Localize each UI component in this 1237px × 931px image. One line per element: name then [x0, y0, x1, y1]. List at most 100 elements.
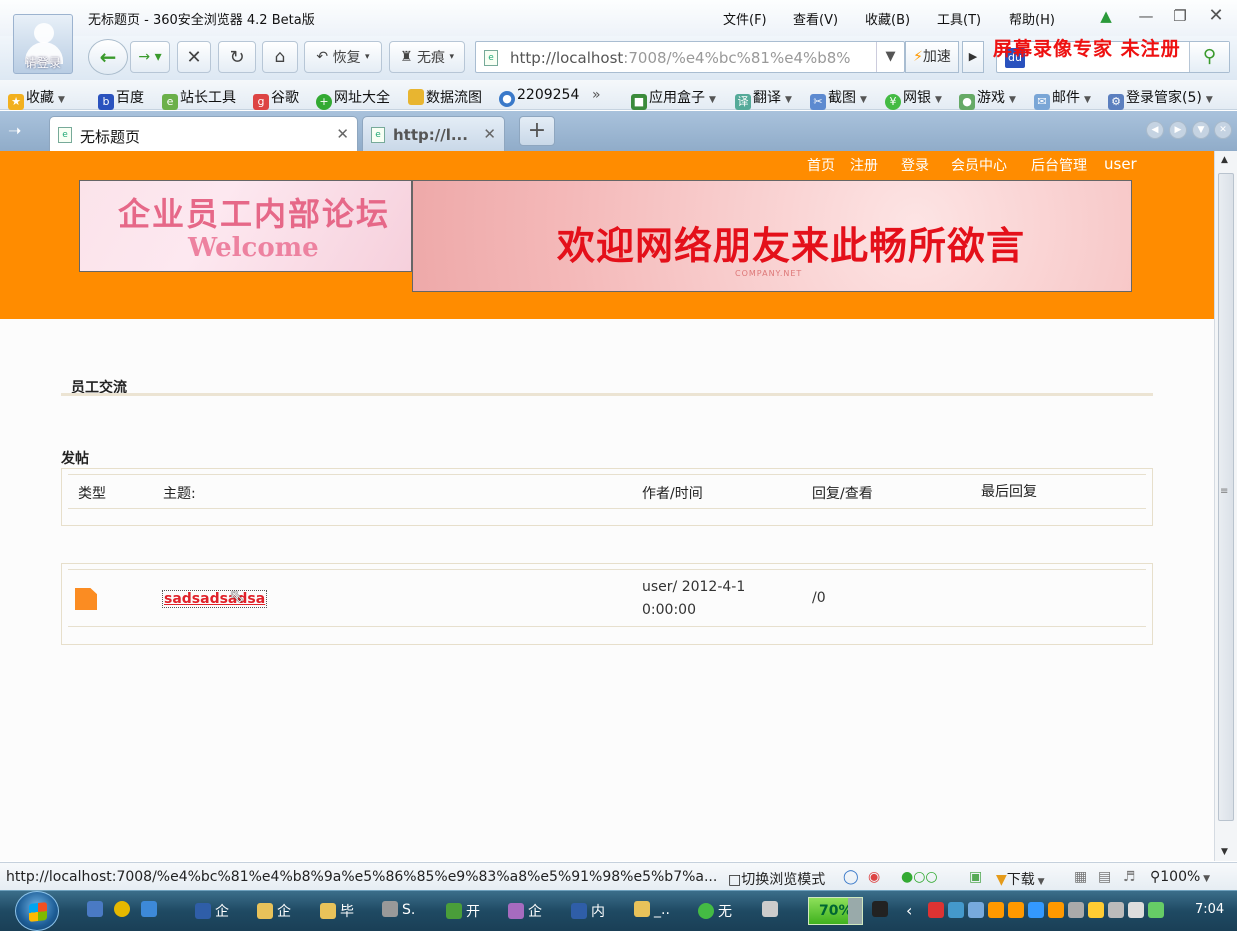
bookmarks-overflow-button[interactable]: »: [592, 87, 601, 103]
menu-favorites[interactable]: 收藏(B): [865, 9, 910, 28]
tray-icon[interactable]: [1128, 902, 1144, 918]
tab-scroll-left-icon[interactable]: ◀: [1146, 121, 1164, 139]
scroll-up-icon[interactable]: ▲: [1221, 155, 1228, 165]
bookmark-mail[interactable]: ✉ 邮件 ▼: [1034, 87, 1091, 110]
bookmark-google[interactable]: g 谷歌: [253, 87, 299, 110]
sidebar-toggle-icon[interactable]: ➝: [8, 121, 21, 140]
address-url[interactable]: http://localhost:7008/%e4%bc%81%e4%b8%: [510, 49, 870, 67]
start-button[interactable]: [15, 891, 59, 931]
quicklaunch-icon[interactable]: [141, 901, 161, 918]
tray-icon[interactable]: [1008, 902, 1024, 918]
close-window-button[interactable]: ✕: [1206, 6, 1226, 26]
tab-untitled[interactable]: e 无标题页 ✕: [49, 116, 358, 151]
post-subject-link[interactable]: sadsadsadsa: [162, 590, 268, 608]
nav-home-link[interactable]: 首页: [807, 155, 835, 175]
taskbar-item-folder-1[interactable]: 企: [257, 901, 291, 921]
switch-mode-button[interactable]: □切换浏览模式: [728, 869, 825, 889]
back-button[interactable]: ←: [88, 39, 128, 75]
restore-button[interactable]: ↶ 恢复 ▾: [304, 41, 382, 73]
nav-login-link[interactable]: 登录: [901, 155, 929, 175]
home-button[interactable]: ⌂: [262, 41, 298, 73]
bookmark-webmaster[interactable]: e 站长工具: [162, 87, 236, 110]
tray-icon[interactable]: [948, 902, 964, 918]
new-tab-button[interactable]: +: [519, 116, 555, 146]
incognito-button[interactable]: ♜ 无痕 ▾: [389, 41, 465, 73]
tray-icon[interactable]: [988, 902, 1004, 918]
image-icon[interactable]: ▣: [969, 869, 982, 885]
bookmark-translate[interactable]: 译翻译 ▼: [735, 87, 792, 110]
tray-icon[interactable]: [1148, 902, 1164, 918]
menu-help[interactable]: 帮助(H): [1009, 9, 1055, 28]
banner-text: 欢迎网络朋友来此畅所欲言: [557, 224, 1026, 268]
tray-icon[interactable]: [1048, 902, 1064, 918]
security-icon[interactable]: ◉: [868, 869, 880, 885]
bookmark-games[interactable]: ● 游戏 ▼: [959, 87, 1016, 110]
nav-admin-link[interactable]: 后台管理: [1031, 155, 1087, 175]
bookmark-baidu[interactable]: b 百度: [98, 87, 144, 110]
close-all-tabs-icon[interactable]: ✕: [1214, 121, 1232, 139]
taskbar-item-s[interactable]: S.: [382, 901, 415, 918]
menu-view[interactable]: 查看(V): [793, 9, 838, 28]
bookmark-login-manager[interactable]: ⚙ 登录管家(5) ▼: [1108, 87, 1213, 110]
tray-icon[interactable]: [1068, 902, 1084, 918]
nav-register-link[interactable]: 注册: [850, 155, 878, 175]
bookmark-2209254[interactable]: ● 2209254: [499, 87, 579, 107]
bookmark-app-box[interactable]: ■ 应用盒子 ▼: [631, 87, 716, 110]
print-icon[interactable]: ▤: [1098, 869, 1111, 885]
bookmark-url-directory[interactable]: + 网址大全: [316, 87, 390, 110]
tab-scroll-right-icon[interactable]: ▶: [1169, 121, 1187, 139]
tray-icon[interactable]: [1108, 902, 1124, 918]
vertical-scrollbar[interactable]: ▲ ≡ ▼: [1214, 151, 1237, 861]
speaker-icon[interactable]: ♬: [1123, 869, 1136, 885]
scroll-down-icon[interactable]: ▼: [1221, 847, 1228, 857]
taskbar-item-tree[interactable]: 开: [446, 901, 480, 921]
forward-button[interactable]: → ▾: [130, 41, 170, 73]
address-dropdown-icon[interactable]: ▼: [876, 42, 904, 72]
speed-button[interactable]: ⚡加速: [905, 41, 959, 73]
ie-icon[interactable]: ◯: [843, 869, 859, 885]
taskbar-item-word-2[interactable]: 内: [571, 901, 605, 921]
bookmark-dataflow[interactable]: 数据流图: [408, 87, 482, 107]
bookmark-screenshot[interactable]: ✂ 截图 ▼: [810, 87, 867, 110]
taskbar-item-word-1[interactable]: 企: [195, 901, 229, 921]
minimize-button[interactable]: —: [1136, 6, 1156, 26]
toggle-icon[interactable]: ●○○: [901, 869, 938, 885]
search-icon[interactable]: ⚲: [1189, 42, 1229, 72]
taskbar-item-browser[interactable]: 无: [698, 901, 732, 921]
quicklaunch-icon[interactable]: [87, 901, 107, 918]
go-button[interactable]: ▶: [962, 41, 984, 73]
close-tab-icon[interactable]: ✕: [336, 125, 349, 143]
skin-icon[interactable]: ▲: [1096, 6, 1116, 26]
login-avatar[interactable]: 请登录: [13, 14, 73, 74]
tab-localhost[interactable]: e http://l... ✕: [362, 116, 505, 151]
address-bar[interactable]: e http://localhost:7008/%e4%bc%81%e4%b8%…: [475, 41, 905, 73]
close-tab-icon[interactable]: ✕: [483, 125, 496, 143]
clipboard-icon[interactable]: ▦: [1074, 869, 1087, 885]
taskbar-item-vs[interactable]: 企: [508, 901, 542, 921]
quicklaunch-icon[interactable]: [114, 901, 134, 918]
keyboard-icon[interactable]: [762, 901, 782, 918]
bookmark-favorites[interactable]: ★ 收藏 ▼: [8, 87, 65, 110]
tray-icon[interactable]: [1028, 902, 1044, 918]
tray-icon[interactable]: [928, 902, 944, 918]
folder-icon: [408, 89, 424, 105]
menu-tools[interactable]: 工具(T): [937, 9, 981, 28]
tray-icon[interactable]: [968, 902, 984, 918]
tray-icon[interactable]: [1088, 902, 1104, 918]
tab-list-icon[interactable]: ▼: [1192, 121, 1210, 139]
nav-member-center-link[interactable]: 会员中心: [951, 155, 1007, 175]
taskbar-item-folder-3[interactable]: _..: [634, 901, 670, 918]
tray-expand-icon[interactable]: ‹: [906, 901, 912, 920]
download-button[interactable]: ▼下载 ▼: [996, 869, 1045, 889]
refresh-button[interactable]: ↻: [218, 41, 256, 73]
nav-user-link[interactable]: user: [1104, 155, 1137, 173]
maximize-button[interactable]: ❐: [1170, 6, 1190, 26]
stop-button[interactable]: ✕: [177, 41, 211, 73]
new-post-link[interactable]: 发帖: [61, 448, 89, 468]
scroll-thumb[interactable]: [1218, 173, 1234, 821]
taskbar-item-folder-2[interactable]: 毕: [320, 901, 354, 921]
bookmark-bank[interactable]: ¥ 网银 ▼: [885, 87, 942, 110]
zoom-control[interactable]: ⚲100% ▼: [1150, 869, 1210, 885]
power-plug-icon[interactable]: [872, 901, 892, 918]
menu-file[interactable]: 文件(F): [723, 9, 767, 28]
